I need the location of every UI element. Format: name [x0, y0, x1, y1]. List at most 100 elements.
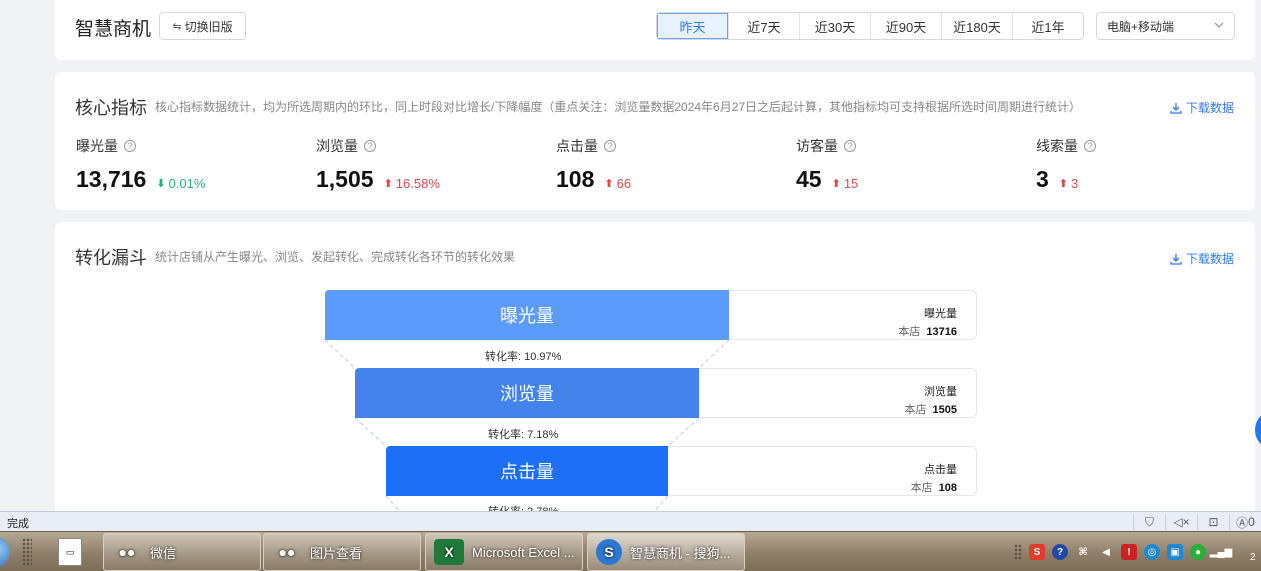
stage-stat: 本店 13716	[898, 323, 957, 339]
task-label: 微信	[150, 545, 177, 561]
sogou-ime-icon[interactable]: S	[1029, 544, 1045, 560]
metric-delta: ⬆ 15	[832, 176, 859, 191]
stage-value: 108	[938, 482, 957, 494]
wechat-icon: ●●	[278, 544, 296, 560]
metric-clicks: 点击量? 108 ⬆ 66	[556, 136, 631, 193]
device-select[interactable]: 电脑+移动端	[1096, 12, 1235, 40]
clock[interactable]: 2	[1250, 552, 1256, 563]
swap-icon: ⇋	[172, 20, 182, 33]
metric-delta: ⬆ 3	[1059, 176, 1078, 191]
metric-label: 线索量	[1036, 138, 1078, 154]
metric-delta: ⬇ 0.01%	[156, 176, 205, 191]
arrow-up-icon: ⬆	[831, 178, 841, 190]
tab-7-days[interactable]: 近7天	[728, 13, 799, 39]
arrow-up-icon: ⬆	[383, 178, 393, 190]
arrow-up-icon: ⬆	[604, 178, 614, 190]
help-icon[interactable]: ?	[844, 140, 856, 152]
adblock-count: 0	[1248, 515, 1255, 529]
network-icon[interactable]: ◎	[1144, 544, 1160, 560]
show-desktop-icon[interactable]: ▭	[58, 538, 82, 566]
wechat-tray-icon[interactable]: ●	[1190, 544, 1206, 560]
funnel-stage-box-clicks: 点击量 本店 108	[668, 446, 977, 496]
start-button[interactable]	[0, 536, 10, 568]
metric-leads: 线索量? 3 ⬆ 3	[1036, 136, 1096, 193]
task-image-viewer[interactable]: ●● 图片查看	[263, 533, 421, 571]
funnel-bar-exposure[interactable]: 曝光量	[325, 290, 729, 340]
signal-icon[interactable]: ▂▄▆	[1210, 544, 1232, 560]
chevron-down-icon	[1214, 22, 1224, 28]
metric-delta-value: 15	[843, 176, 859, 191]
help-icon[interactable]: ?	[1052, 544, 1068, 560]
security-icon[interactable]: !	[1121, 544, 1137, 560]
metric-value: 45	[796, 166, 822, 192]
metric-value: 13,716	[76, 166, 147, 192]
metric-label: 点击量	[556, 138, 598, 154]
tab-yesterday[interactable]: 昨天	[657, 13, 728, 39]
device-select-value: 电脑+移动端	[1107, 19, 1175, 34]
metric-label: 曝光量	[76, 138, 118, 154]
stage-stat: 本店 108	[911, 479, 957, 495]
date-range-tabs: 昨天 近7天 近30天 近90天 近180天 近1年	[656, 12, 1084, 40]
funnel-bar-views[interactable]: 浏览量	[355, 368, 699, 418]
metric-delta-value: 0.01%	[168, 176, 206, 191]
floating-service-button[interactable]	[1255, 410, 1261, 450]
task-sogou-browser[interactable]: S 智慧商机 - 搜狗...	[587, 533, 745, 571]
store-label: 本店	[910, 482, 933, 494]
core-download-label: 下载数据	[1185, 101, 1234, 115]
windows-taskbar: ▭ ●● 微信 ●● 图片查看 X Microsoft Excel ... S …	[0, 531, 1261, 571]
help-icon[interactable]: ?	[1084, 140, 1096, 152]
header-card: 智慧商机 ⇋ 切换旧版 昨天 近7天 近30天 近90天 近180天 近1年 电…	[55, 0, 1255, 60]
mute-icon[interactable]: ◁×	[1165, 514, 1197, 530]
switch-old-version-button[interactable]: ⇋ 切换旧版	[159, 12, 246, 40]
tab-180-days[interactable]: 近180天	[941, 13, 1012, 39]
task-wechat[interactable]: ●● 微信	[103, 533, 261, 571]
shield-icon[interactable]: ⛉	[1133, 514, 1165, 530]
status-icons: ⛉ ◁× ⊡ Ⓐ 0	[1133, 514, 1261, 530]
conversion-rate: 转化率: 10.97%	[485, 351, 562, 363]
metric-value: 3	[1036, 166, 1049, 192]
arrow-down-icon: ⬇	[156, 178, 166, 190]
metric-delta-value: 66	[616, 176, 632, 191]
stage-value: 13716	[926, 326, 957, 338]
task-label: 智慧商机 - 搜狗...	[630, 545, 731, 561]
tray-grip	[1014, 544, 1022, 560]
screenshot-icon[interactable]: ⊡	[1197, 514, 1229, 530]
metric-label: 浏览量	[316, 138, 358, 154]
stage-name: 点击量	[924, 464, 957, 476]
metric-value: 1,505	[316, 166, 374, 192]
adblock-icon[interactable]: Ⓐ 0	[1229, 514, 1261, 530]
ime-mode-icon[interactable]: ⌘	[1075, 544, 1091, 560]
volume-icon[interactable]: ◀	[1098, 544, 1114, 560]
switch-old-version-label: 切换旧版	[184, 19, 233, 34]
metric-delta-value: 16.58%	[395, 176, 440, 191]
tab-30-days[interactable]: 近30天	[799, 13, 870, 39]
conversion-rate: 转化率: 7.18%	[488, 429, 559, 441]
funnel-stage-box-views: 浏览量 本店 1505	[699, 368, 977, 418]
task-label: 图片查看	[310, 545, 363, 561]
funnel-bar-clicks[interactable]: 点击量	[386, 446, 668, 496]
metric-exposure: 曝光量? 13,716 ⬇ 0.01%	[76, 136, 205, 193]
page-title: 智慧商机	[75, 19, 152, 40]
monitor-icon[interactable]: ▣	[1167, 544, 1183, 560]
help-icon[interactable]: ?	[124, 140, 136, 152]
stage-stat: 本店 1505	[905, 401, 957, 417]
tab-90-days[interactable]: 近90天	[870, 13, 941, 39]
sogou-browser-icon: S	[596, 539, 622, 565]
status-text: 完成	[7, 518, 29, 530]
taskbar-grip[interactable]	[22, 538, 32, 566]
help-icon[interactable]: ?	[364, 140, 376, 152]
funnel-stage-box-exposure: 曝光量 本店 13716	[729, 290, 977, 340]
excel-icon: X	[434, 539, 464, 565]
task-excel[interactable]: X Microsoft Excel ...	[425, 533, 583, 571]
download-icon	[1170, 102, 1182, 114]
browser-status-bar: 完成 ⛉ ◁× ⊡ Ⓐ 0	[0, 511, 1261, 531]
conversion-funnel-card: 转化漏斗 统计店铺从产生曝光、浏览、发起转化、完成转化各环节的转化效果 下载数据…	[55, 222, 1255, 522]
core-download-button[interactable]: 下载数据	[1170, 99, 1234, 116]
help-icon[interactable]: ?	[604, 140, 616, 152]
wechat-icon: ●●	[118, 544, 136, 560]
tab-1-year[interactable]: 近1年	[1012, 13, 1083, 39]
stage-name: 浏览量	[924, 386, 957, 398]
core-metrics-description: 核心指标数据统计，均为所选周期内的环比，同上时段对比增长/下降幅度（重点关注：浏…	[155, 100, 1082, 114]
store-label: 本店	[898, 326, 921, 338]
metric-label: 访客量	[796, 138, 838, 154]
